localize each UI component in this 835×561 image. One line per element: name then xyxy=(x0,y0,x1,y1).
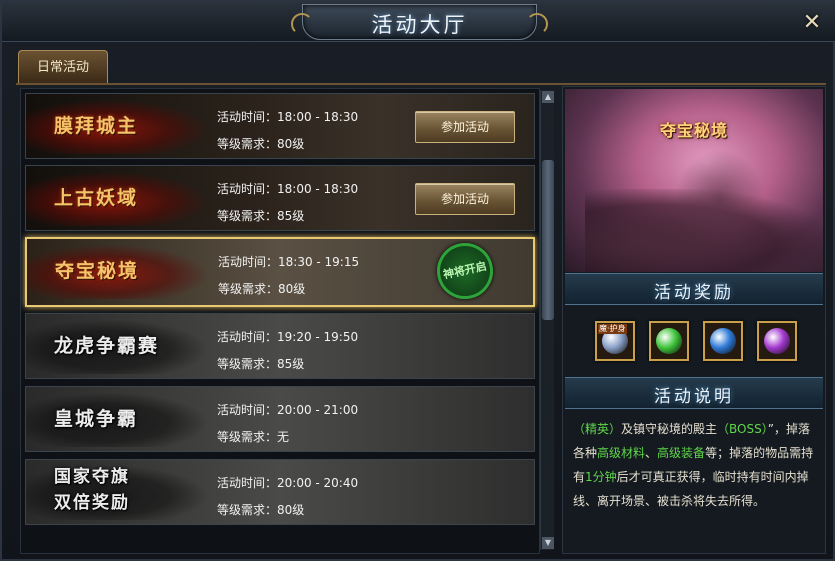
activity-time: 活动时间：18:00 - 18:30 xyxy=(217,110,359,124)
activity-name: 上古妖域 xyxy=(54,187,139,209)
list-scrollbar[interactable]: ▲ ▼ xyxy=(540,90,554,550)
green-dragon-icon xyxy=(656,328,682,354)
join-activity-button[interactable]: 参加活动 xyxy=(415,111,515,143)
desc-text: 、 xyxy=(645,446,658,460)
activity-name-line1: 国家夺旗 xyxy=(54,467,130,487)
scroll-up-icon[interactable]: ▲ xyxy=(542,91,554,103)
rewards-header: 活动奖励 xyxy=(565,273,823,305)
activity-detail-panel: 夺宝秘境 活动奖励 魔·护身 活动说明 （精英）及镇守秘境的殿主（BOSS）”，… xyxy=(562,86,826,554)
description-header-text: 活动说明 xyxy=(654,387,734,407)
seal-label: 神将开启 xyxy=(442,259,488,282)
activity-level: 等级需求：无 xyxy=(217,430,290,444)
purple-dragon-icon xyxy=(764,328,790,354)
activity-row-longhu[interactable]: 龙虎争霸赛 活动时间：19:20 - 19:50 等级需求：85级 xyxy=(25,313,535,379)
activity-level: 等级需求：80级 xyxy=(218,282,306,296)
scroll-down-icon[interactable]: ▼ xyxy=(542,537,554,549)
activity-time: 活动时间：20:00 - 21:00 xyxy=(217,403,359,417)
activity-open-seal-icon: 神将开启 xyxy=(431,239,499,305)
activity-name-line2: 双倍奖励 xyxy=(54,493,130,513)
desc-highlight: 高级装备 xyxy=(657,446,706,460)
activity-name: 皇城争霸 xyxy=(54,408,139,430)
activity-hall-window: 活动大厅 ✕ 日常活动 膜拜城主 活动时间：18:00 - 18:30 等级需求… xyxy=(0,0,835,561)
activity-name: 夺宝秘境 xyxy=(55,260,140,282)
preview-rock-art xyxy=(675,149,765,249)
tab-divider xyxy=(16,83,826,85)
window-title: 活动大厅 xyxy=(371,13,468,37)
activity-level: 等级需求：80级 xyxy=(217,137,305,151)
activity-name: 膜拜城主 xyxy=(54,115,139,137)
activity-row-huangcheng[interactable]: 皇城争霸 活动时间：20:00 - 21:00 等级需求：无 xyxy=(25,386,535,452)
activity-preview-image: 夺宝秘境 xyxy=(565,89,823,272)
activity-time: 活动时间：20:00 - 20:40 xyxy=(217,476,359,490)
activity-name: 国家夺旗 双倍奖励 xyxy=(54,464,130,524)
activity-row-guojia[interactable]: 国家夺旗 双倍奖励 活动时间：20:00 - 20:40 等级需求：80级 xyxy=(25,459,535,525)
rewards-header-text: 活动奖励 xyxy=(654,283,734,303)
activity-time: 活动时间：18:30 - 19:15 xyxy=(218,255,360,269)
reward-slot[interactable] xyxy=(703,321,743,361)
activity-level: 等级需求：85级 xyxy=(217,357,305,371)
rewards-row: 魔·护身 xyxy=(565,307,823,377)
activity-row-mobai[interactable]: 膜拜城主 活动时间：18:00 - 18:30 等级需求：80级 参加活动 xyxy=(25,93,535,159)
activity-level: 等级需求：80级 xyxy=(217,503,305,517)
reward-slot[interactable]: 魔·护身 xyxy=(595,321,635,361)
preview-title: 夺宝秘境 xyxy=(659,121,728,140)
activity-time: 活动时间：18:00 - 18:30 xyxy=(217,182,359,196)
title-plate: 活动大厅 xyxy=(291,4,548,40)
desc-highlight: （精英） xyxy=(573,422,622,436)
reward-slot[interactable] xyxy=(757,321,797,361)
activity-level: 等级需求：85级 xyxy=(217,209,305,223)
scroll-thumb[interactable] xyxy=(542,160,554,320)
activity-time: 活动时间：19:20 - 19:50 xyxy=(217,330,359,344)
desc-highlight: 高级材料 xyxy=(597,446,646,460)
close-button[interactable]: ✕ xyxy=(797,10,827,36)
desc-text: 及镇守秘境的殿主 xyxy=(621,422,718,436)
reward-slot[interactable] xyxy=(649,321,689,361)
title-bar: 活动大厅 ✕ xyxy=(2,2,835,42)
activity-name: 龙虎争霸赛 xyxy=(54,335,160,357)
blue-dragon-icon xyxy=(710,328,736,354)
tab-daily-activities[interactable]: 日常活动 xyxy=(18,50,108,83)
activity-description: （精英）及镇守秘境的殿主（BOSS）”，掉落各种高级材料、高级装备等；掉落的物品… xyxy=(573,417,821,513)
desc-highlight: 1分钟 xyxy=(585,470,617,484)
join-activity-button[interactable]: 参加活动 xyxy=(415,183,515,215)
activity-list: 膜拜城主 活动时间：18:00 - 18:30 等级需求：80级 参加活动 上古… xyxy=(20,88,540,554)
activity-row-duobao[interactable]: 夺宝秘境 活动时间：18:30 - 19:15 等级需求：80级 神将开启 xyxy=(25,237,535,307)
reward-tag: 魔·护身 xyxy=(598,324,627,334)
description-header: 活动说明 xyxy=(565,377,823,409)
activity-row-shanggu[interactable]: 上古妖域 活动时间：18:00 - 18:30 等级需求：85级 参加活动 xyxy=(25,165,535,231)
desc-highlight: （BOSS） xyxy=(717,422,768,436)
